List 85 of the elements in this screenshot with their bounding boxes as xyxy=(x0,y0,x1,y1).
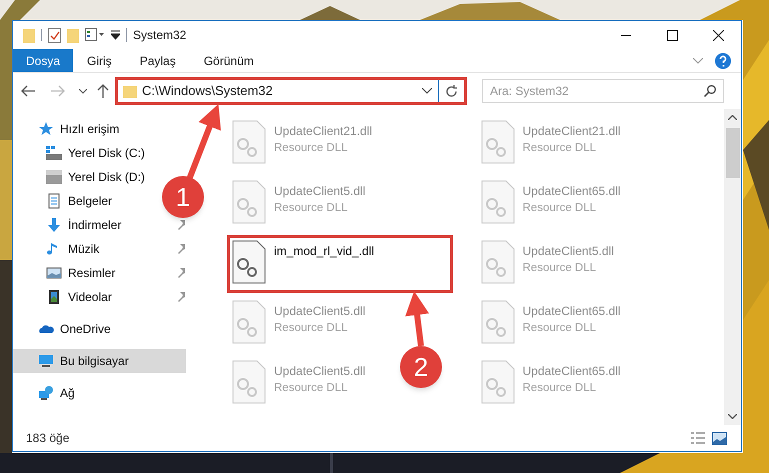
dll-file-icon xyxy=(232,240,266,284)
drive-icon xyxy=(46,145,62,161)
scroll-thumb[interactable] xyxy=(726,128,740,178)
nav-item[interactable]: Belgeler xyxy=(13,189,118,213)
file-name: UpdateClient5.dll xyxy=(274,183,366,200)
customize-icon[interactable] xyxy=(111,30,120,40)
download-icon xyxy=(46,217,62,233)
film-icon xyxy=(46,289,62,305)
dll-file-icon xyxy=(232,180,266,224)
dll-file-icon xyxy=(480,240,514,284)
dll-file-icon xyxy=(480,180,514,224)
back-icon[interactable] xyxy=(21,85,35,97)
file-name: UpdateClient65.dll xyxy=(522,183,621,200)
arrow xyxy=(405,291,430,346)
address-bar[interactable]: C:\Windows\System32 xyxy=(115,77,467,105)
pin-icon[interactable] xyxy=(176,220,186,230)
file-type: Resource DLL xyxy=(522,381,598,396)
search-field[interactable]: Ara: System32 xyxy=(482,79,724,103)
nav-item[interactable]: Müzik xyxy=(13,237,106,261)
dll-file-icon xyxy=(480,360,514,404)
close-icon xyxy=(712,30,724,40)
ribbon-tab[interactable]: Paylaş xyxy=(126,49,190,72)
nav-item[interactable]: Hızlı erişim xyxy=(13,117,126,141)
file-item[interactable]: im_mod_rl_vid_.dll xyxy=(227,235,453,293)
dll-file-icon xyxy=(232,360,266,404)
dropdown-icon[interactable] xyxy=(422,88,432,94)
picture-icon xyxy=(46,265,62,281)
minimize-icon xyxy=(621,34,631,36)
ribbon-tab[interactable]: Görünüm xyxy=(190,49,268,72)
ribbon-tab[interactable]: Giriş xyxy=(73,49,126,72)
file-type: Resource DLL xyxy=(522,261,598,276)
help-icon[interactable] xyxy=(715,52,731,68)
monitor-icon xyxy=(38,353,54,369)
details-view-icon[interactable] xyxy=(690,431,706,445)
nav-item[interactable]: Videolar xyxy=(13,285,118,309)
file-name: UpdateClient5.dll xyxy=(522,243,614,260)
dll-file-icon xyxy=(232,120,266,164)
scroll-up-icon[interactable] xyxy=(728,115,737,120)
file-name: UpdateClient21.dll xyxy=(522,123,621,140)
file-name: im_mod_rl_vid_.dll xyxy=(274,243,374,260)
file-type: Resource DLL xyxy=(274,381,349,396)
star-icon xyxy=(38,121,54,137)
file-type: Resource DLL xyxy=(274,141,349,156)
address-path: C:\Windows\System32 xyxy=(142,82,273,100)
dll-file-icon xyxy=(480,300,514,344)
pin-icon[interactable] xyxy=(176,244,186,254)
file-name: UpdateClient65.dll xyxy=(522,303,621,320)
nav-item[interactable]: Yerel Disk (D:) xyxy=(13,165,151,189)
pin-icon[interactable] xyxy=(176,268,186,278)
nav-item[interactable]: Bu bilgisayar xyxy=(13,349,186,373)
network-icon xyxy=(38,385,54,401)
large-icons-view-icon[interactable] xyxy=(712,432,727,444)
pin-icon[interactable] xyxy=(176,292,186,302)
nav-item[interactable]: Ağ xyxy=(13,381,81,405)
document-icon xyxy=(46,193,62,209)
view-icon[interactable] xyxy=(85,28,105,42)
search-icon xyxy=(704,85,716,97)
file-type: Resource DLL xyxy=(274,201,349,216)
file-name: UpdateClient21.dll xyxy=(274,123,372,140)
scroll-down-icon[interactable] xyxy=(728,414,737,419)
file-type: Resource DLL xyxy=(522,321,598,336)
nav-item[interactable]: Resimler xyxy=(13,261,122,285)
recent-locations-icon[interactable] xyxy=(79,88,87,94)
nav-item[interactable]: İndirmeler xyxy=(13,213,128,237)
file-name: UpdateClient5.dll xyxy=(274,303,366,320)
scrollbar[interactable] xyxy=(724,109,741,425)
properties-icon[interactable] xyxy=(48,28,61,42)
nav-item[interactable]: Yerel Disk (C:) xyxy=(13,141,151,165)
refresh-icon[interactable] xyxy=(445,84,458,98)
dll-file-icon xyxy=(232,300,266,344)
up-icon[interactable] xyxy=(97,84,109,98)
dll-file-icon xyxy=(480,120,514,164)
file-type: Resource DLL xyxy=(274,321,349,336)
folder-icon xyxy=(123,84,137,98)
expand-ribbon-icon[interactable] xyxy=(693,58,703,64)
maximize-icon xyxy=(666,30,678,40)
file-name: UpdateClient5.dll xyxy=(274,363,366,380)
file-name: UpdateClient65.dll xyxy=(522,363,621,380)
drive-icon xyxy=(46,169,62,185)
window-title: System32 xyxy=(133,27,186,44)
item-count: 183 öğe xyxy=(26,430,70,447)
nav-item[interactable]: OneDrive xyxy=(13,317,117,341)
file-type: Resource DLL xyxy=(522,201,598,216)
file-type: Resource DLL xyxy=(522,141,598,156)
file-menu-tab[interactable]: Dosya xyxy=(13,49,74,72)
